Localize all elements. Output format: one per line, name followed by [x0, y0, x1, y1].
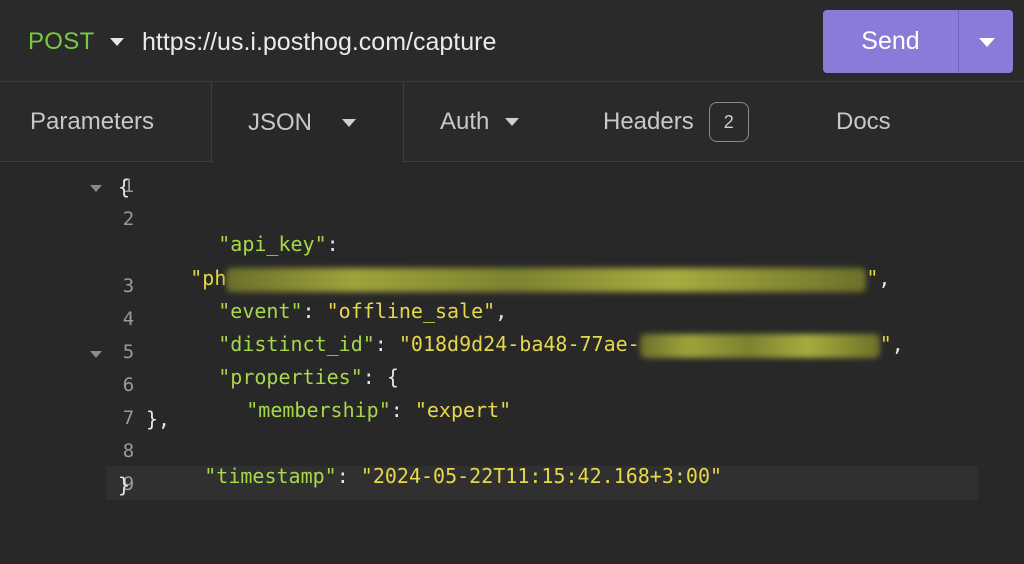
code-text: },: [146, 407, 171, 431]
headers-count-badge: 2: [708, 102, 749, 142]
chevron-down-icon: [979, 38, 995, 47]
tab-headers[interactable]: Headers 2: [603, 82, 749, 162]
tab-json[interactable]: JSON: [211, 82, 404, 163]
code-line: 3 "event": "offline_sale",: [0, 270, 1024, 323]
code-line: 2 "api_key":: [0, 203, 1024, 256]
line-number: 4: [122, 308, 135, 330]
line-number: 6: [122, 374, 135, 396]
tab-auth[interactable]: Auth: [440, 82, 520, 162]
code-line: "ph ",: [0, 237, 1024, 292]
code-line: 7 },: [0, 402, 1024, 434]
code-text: {: [118, 175, 131, 199]
code-text: }: [118, 473, 131, 497]
auth-dropdown-icon[interactable]: [505, 118, 520, 126]
tab-parameters[interactable]: Parameters: [30, 82, 154, 162]
tab-json-label: JSON: [248, 108, 313, 136]
tab-parameters-label: Parameters: [30, 108, 155, 135]
line-number: 8: [122, 440, 135, 462]
tab-headers-label: Headers: [603, 108, 694, 135]
code-line: 4 "distinct_id": "018d9d24-ba48-77ae- ",: [0, 303, 1024, 358]
tab-auth-label: Auth: [440, 108, 490, 135]
url-input[interactable]: https://us.i.posthog.com/capture: [142, 28, 496, 57]
line-number: 2: [122, 208, 135, 230]
method-selector[interactable]: POST: [28, 28, 95, 56]
line-number: 3: [122, 275, 135, 297]
tab-docs[interactable]: Docs: [836, 82, 891, 162]
code-line: 6 "membership": "expert": [0, 369, 1024, 422]
tab-docs-label: Docs: [836, 108, 891, 135]
code-line: 5 "properties": {: [0, 336, 1024, 389]
method-dropdown-icon[interactable]: [110, 38, 124, 46]
body-tabs: Parameters JSON Auth Headers 2 Docs: [0, 82, 1024, 163]
code-line: 9 }: [0, 468, 1024, 500]
code-line: 1 {: [0, 170, 1024, 202]
code-line: 8 "timestamp": "2024-05-22T11:15:42.168+…: [0, 435, 1024, 488]
json-dropdown-icon[interactable]: [342, 118, 357, 127]
fold-toggle-icon[interactable]: [90, 185, 102, 192]
request-bar: POST https://us.i.posthog.com/capture Se…: [0, 0, 1024, 82]
json-editor[interactable]: 1 { 2 "api_key": "ph ", 3 "event": "offli…: [0, 162, 1024, 522]
line-number: 7: [122, 407, 135, 429]
send-button[interactable]: Send: [823, 10, 958, 73]
send-options-button[interactable]: [959, 10, 1013, 73]
send-button-group: Send: [823, 10, 1013, 73]
fold-toggle-icon[interactable]: [90, 351, 102, 358]
